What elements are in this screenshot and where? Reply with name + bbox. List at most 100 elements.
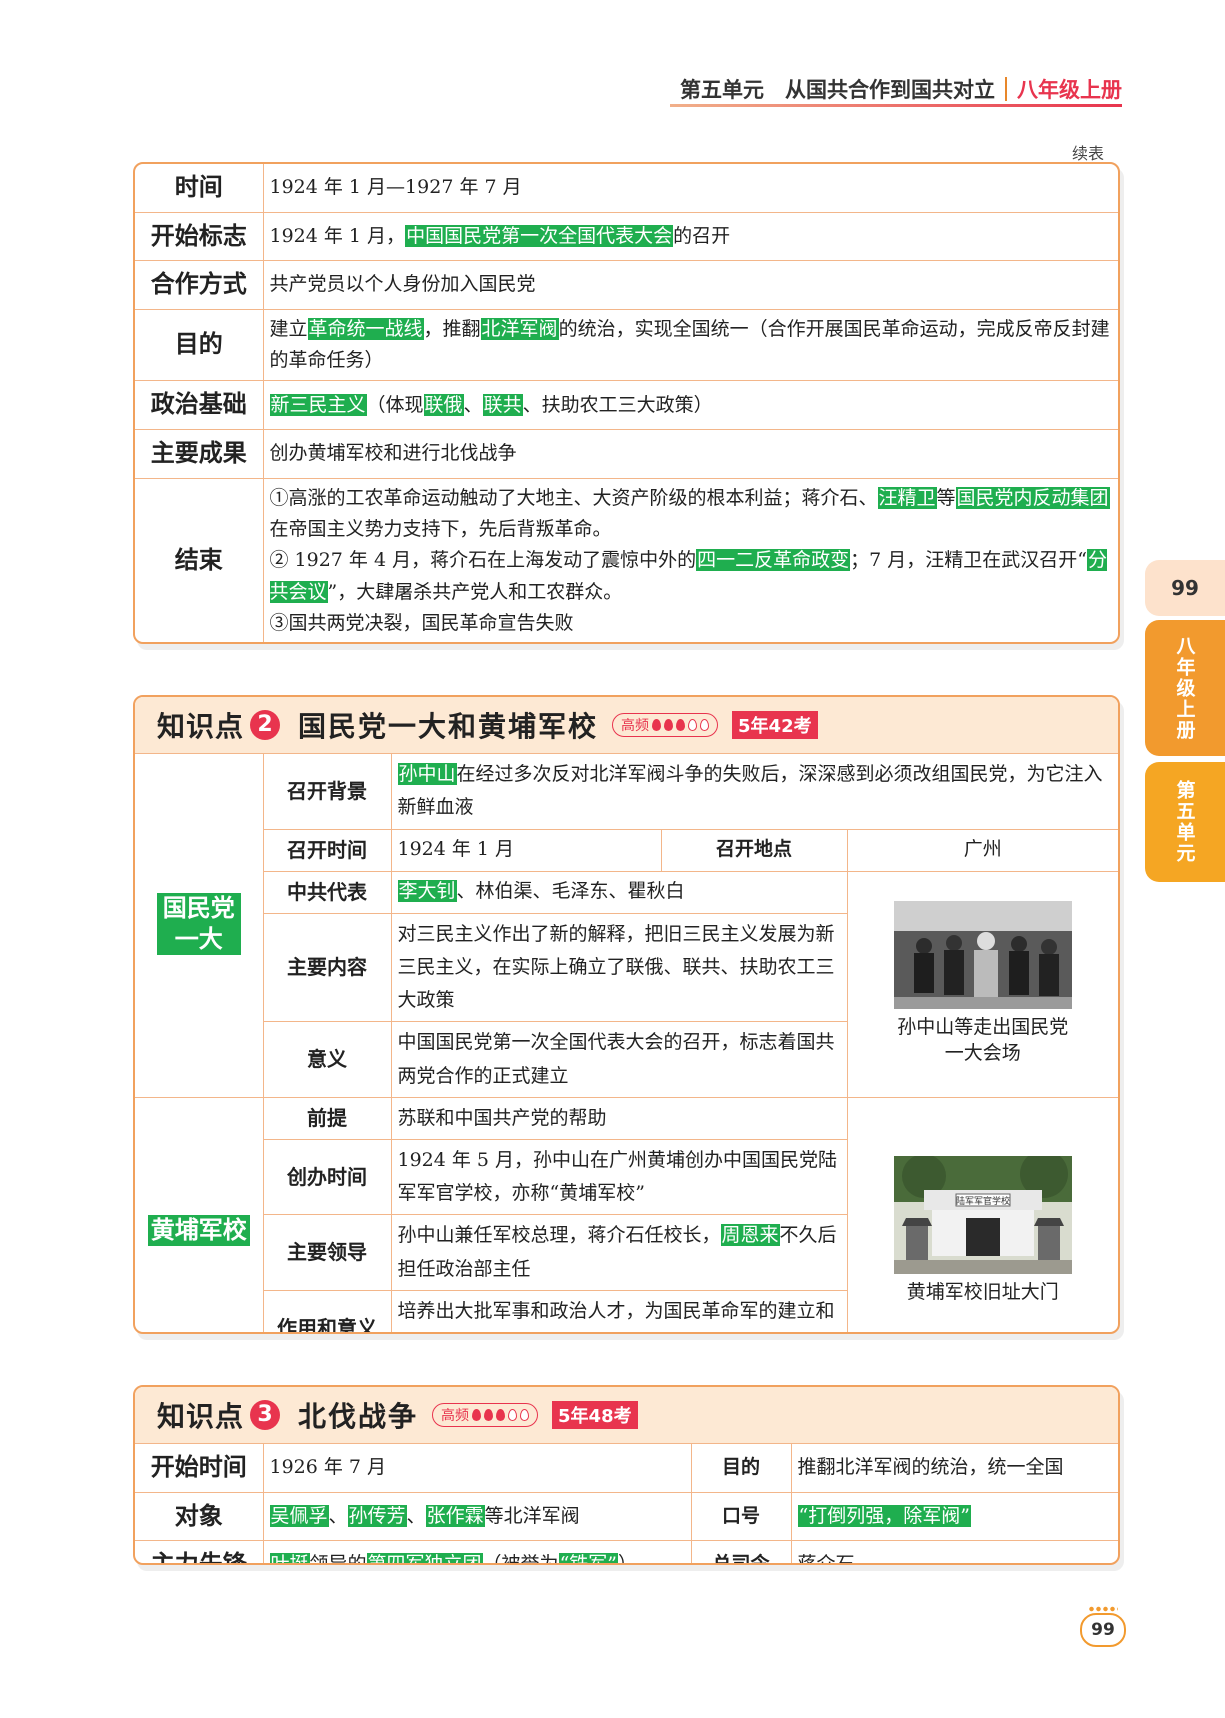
highlighted-term: 国民党内反动集团 xyxy=(955,486,1110,509)
group-label-congress: 国民党一大 xyxy=(135,754,264,1098)
table-row: 政治基础 新三民主义（体现联俄、联共、扶助农工三大政策） xyxy=(135,380,1118,431)
table-row: 开始标志 1924 年 1 月，中国国民党第一次全国代表大会的召开 xyxy=(135,211,1118,262)
highlighted-term: 周恩来 xyxy=(720,1224,780,1247)
kp2-exam-count: 5年42考 xyxy=(732,711,818,739)
highlighted-term: 革命统一战线 xyxy=(307,317,424,340)
text-segment: 创办黄埔军校和进行北伐战争 xyxy=(269,442,517,465)
kp2-header: 知识点 2 国民党一大和黄埔军校 高频 5年42考 xyxy=(135,697,1118,754)
flame-icon xyxy=(676,719,686,731)
highlighted-term: 汪精卫 xyxy=(877,486,937,509)
text-segment: ；7 月，汪精卫在武汉召开“ xyxy=(850,549,1087,572)
highlighted-term: 四一二反革命政变 xyxy=(696,549,851,572)
text-segment: 孙中山兼任军校总理，蒋介石任校长， xyxy=(397,1224,721,1247)
end-line-2: ② 1927 年 4 月，蒋介石在上海发动了震惊中外的四一二反革命政变；7 月，… xyxy=(269,545,1113,608)
text-segment: 、扶助农工三大政策） xyxy=(522,393,713,416)
text-segment: ，推翻 xyxy=(423,317,481,340)
grade-tab[interactable]: 八年级上册 xyxy=(1145,620,1225,756)
group-label-text: 国民党一大 xyxy=(156,893,241,956)
text-segment: 共产党员以个人身份加入国民党 xyxy=(269,273,536,296)
text-segment: 在帝国主义势力支持下，先后背叛革命。 xyxy=(269,518,612,540)
row-content: 1924 年 5 月，孙中山在广州黄埔创办中国国民党陆军军官学校，亦称“黄埔军校… xyxy=(390,1138,847,1216)
academy-gate-photo-icon: 陆军军官学校 xyxy=(893,1156,1072,1275)
table-row: 主力先锋 叶挺领导的第四军独立团（被誉为“铁军”） 总司令 蒋介石 xyxy=(135,1540,1118,1565)
row-content: 创办黄埔军校和进行北伐战争 xyxy=(262,429,1118,479)
text-segment: 在经过多次反对北洋军阀斗争的失败后，深深感到必须改组国民党，为它注入新鲜血液 xyxy=(397,763,1103,819)
slogan-highlight: “打倒列强，除军阀” xyxy=(797,1504,971,1527)
photo-cell: 孙中山等走出国民党一大会场 xyxy=(846,870,1118,1098)
kp3-number-badge: 3 xyxy=(250,1400,281,1430)
photo-caption: 黄埔军校旧址大门 xyxy=(906,1281,1059,1304)
row-label: 合作方式 xyxy=(135,260,264,310)
page-number: 99 xyxy=(1080,1613,1126,1647)
text-segment: ） xyxy=(618,1553,638,1565)
row-content: 培养出大批军事和政治人才，为国民革命军的建立和随后的北伐战争作了准备 xyxy=(390,1289,847,1332)
row-content: 李大钊、林伯渠、毛泽东、瞿秋白 xyxy=(390,870,848,914)
row-content: 1924 年 1 月—1927 年 7 月 xyxy=(262,164,1118,213)
highlighted-term: 联共 xyxy=(482,393,523,416)
knowledge-point-2-card: 知识点 2 国民党一大和黄埔军校 高频 5年42考 国民党一大 召开背景 孙中山… xyxy=(133,695,1120,1334)
row-label: 政治基础 xyxy=(135,380,264,431)
header-separator xyxy=(1005,77,1007,101)
kp3-table: 开始时间 1926 年 7 月 目的 推翻北洋军阀的统治，统一全国 对象 吴佩孚… xyxy=(135,1444,1118,1565)
group-label-academy: 黄埔军校 xyxy=(135,1096,264,1332)
flame-icon xyxy=(652,719,662,731)
page-tab[interactable]: 99 xyxy=(1145,560,1225,616)
row-label: 总司令 xyxy=(690,1540,792,1563)
group-label-text: 黄埔军校 xyxy=(147,1214,250,1246)
row-label: 召开时间 xyxy=(263,828,392,872)
row-content: 新三民主义（体现联俄、联共、扶助农工三大政策） xyxy=(262,380,1118,431)
text-segment: ② 1927 年 4 月，蒋介石在上海发动了震惊中外的 xyxy=(269,549,697,572)
congress-photo-icon xyxy=(893,901,1072,1010)
highlighted-term: 北洋军阀 xyxy=(480,317,559,340)
kp3-frequency-badge: 高频 xyxy=(432,1403,539,1427)
kp3-name: 北伐战争 xyxy=(298,1400,419,1433)
row-content: 1926 年 7 月 xyxy=(262,1444,692,1493)
cooperation-table: 时间 1924 年 1 月—1927 年 7 月 开始标志 1924 年 1 月… xyxy=(135,164,1118,642)
flame-icon xyxy=(472,1409,482,1421)
header-rule xyxy=(670,104,1122,107)
photo-cell: 陆军军官学校 黄埔军校旧址大门 xyxy=(846,1096,1118,1332)
row-content: “打倒列强，除军阀” xyxy=(790,1491,1118,1542)
row-label: 主要成果 xyxy=(135,429,264,479)
table-row: 中共代表 李大钊、林伯渠、毛泽东、瞿秋白 孙中山等走出国民党一大会场 xyxy=(135,870,1118,1098)
highlighted-term: 叶挺 xyxy=(269,1553,310,1563)
kp3-exam-count: 5年48考 xyxy=(552,1401,638,1429)
cooperation-table-card: 时间 1924 年 1 月—1927 年 7 月 开始标志 1924 年 1 月… xyxy=(133,162,1120,644)
highlighted-term: 第四军独立团 xyxy=(366,1553,483,1563)
frequency-label: 高频 xyxy=(621,718,650,734)
row-content: 共产党员以个人身份加入国民党 xyxy=(262,260,1118,310)
text-segment: 、林伯渠、毛泽东、瞿秋白 xyxy=(456,880,685,903)
flame-icon xyxy=(484,1409,494,1421)
row-label: 结束 xyxy=(135,477,264,642)
row-label: 目的 xyxy=(135,308,264,382)
row-label: 口号 xyxy=(690,1491,792,1542)
flame-outline-icon xyxy=(700,719,710,731)
table-row: 合作方式 共产党员以个人身份加入国民党 xyxy=(135,260,1118,310)
flame-outline-icon xyxy=(688,719,698,731)
row-content: 广州 xyxy=(846,828,1118,872)
row-label: 作用和意义 xyxy=(263,1289,392,1332)
page-number-decoration xyxy=(1088,1606,1118,1612)
row-label: 召开背景 xyxy=(262,754,392,830)
table-row: 结束 ①高涨的工农革命运动触动了大地主、大资产阶级的根本利益；蒋介石、汪精卫等国… xyxy=(135,477,1118,642)
row-content: 蒋介石 xyxy=(790,1540,1118,1563)
unit-tab[interactable]: 第五单元 xyxy=(1145,762,1225,882)
unit-title: 第五单元 从国共合作到国共对立 xyxy=(680,78,995,102)
row-label: 召开地点 xyxy=(660,828,848,872)
row-label: 目的 xyxy=(690,1444,792,1493)
highlighted-term: 张作霖 xyxy=(425,1504,485,1527)
kp2-table: 国民党一大 召开背景 孙中山在经过多次反对北洋军阀斗争的失败后，深深感到必须改组… xyxy=(135,754,1118,1332)
row-content: 苏联和中国共产党的帮助 xyxy=(390,1096,848,1140)
frequency-label: 高频 xyxy=(441,1408,470,1424)
knowledge-point-3-card: 知识点 3 北伐战争 高频 5年48考 开始时间 1926 年 7 月 目的 推… xyxy=(133,1385,1120,1565)
text-segment: 1924 年 1 月—1927 年 7 月 xyxy=(269,176,522,199)
row-label: 意义 xyxy=(263,1021,392,1098)
flame-outline-icon xyxy=(520,1409,530,1421)
row-content: 1924 年 1 月，中国国民党第一次全国代表大会的召开 xyxy=(262,211,1118,262)
photo-academy: 陆军军官学校 黄埔军校旧址大门 xyxy=(893,1156,1072,1306)
row-content: 孙中山在经过多次反对北洋军阀斗争的失败后，深深感到必须改组国民党，为它注入新鲜血… xyxy=(390,754,1118,830)
row-content: 推翻北洋军阀的统治，统一全国 xyxy=(790,1444,1118,1493)
text-segment: 建立 xyxy=(269,317,308,340)
highlighted-term: 新三民主义 xyxy=(269,393,367,416)
flame-outline-icon xyxy=(508,1409,518,1421)
